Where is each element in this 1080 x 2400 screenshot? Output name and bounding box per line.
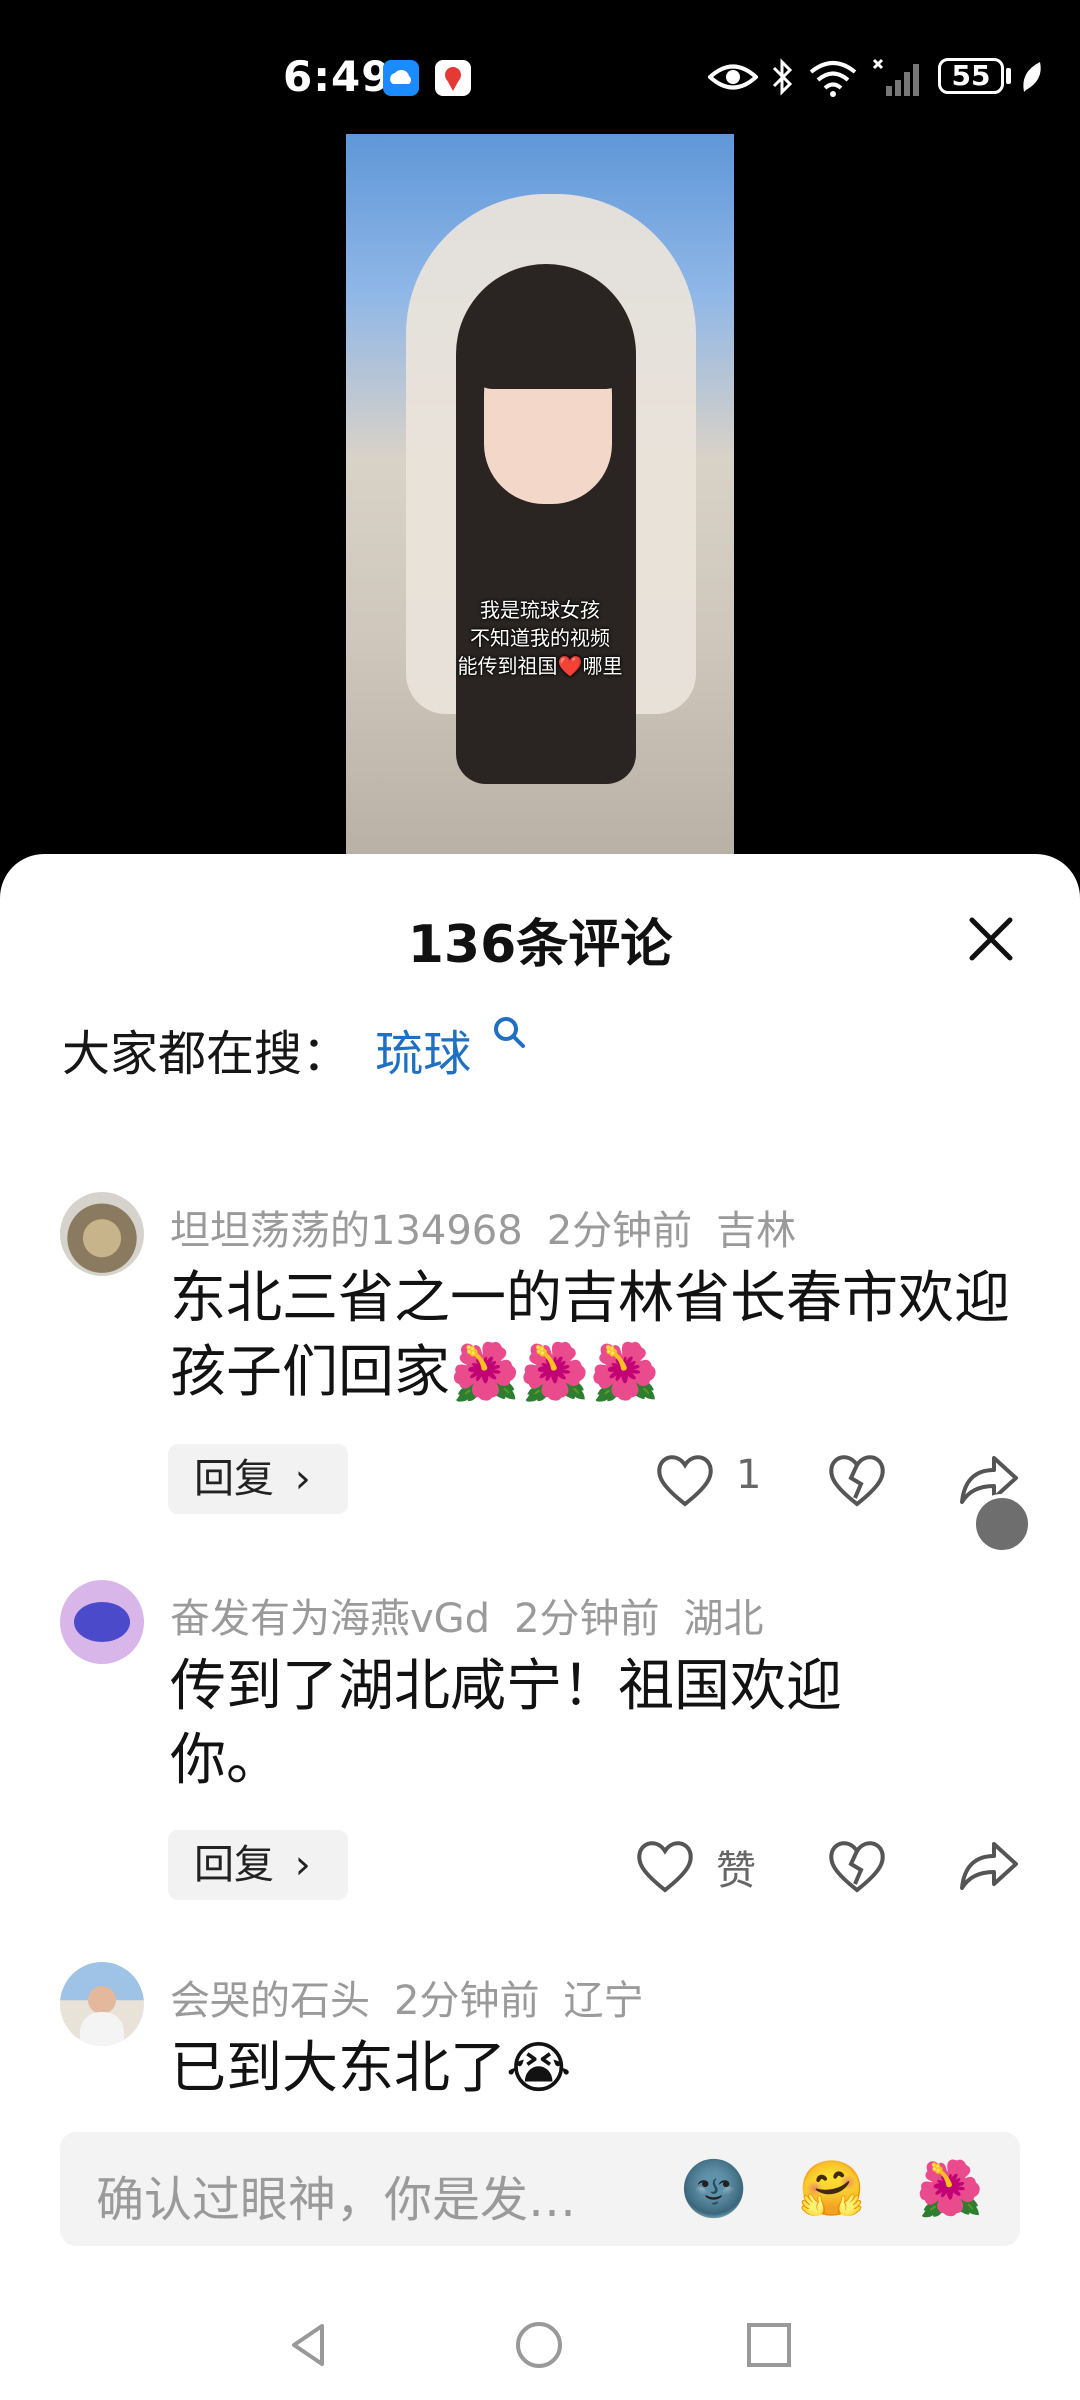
comment-meta: 坦坦荡荡的134968 2分钟前 吉林 bbox=[170, 1198, 820, 1256]
battery-tip bbox=[1006, 68, 1011, 84]
chevron-right-icon: › bbox=[294, 1842, 311, 1888]
comment-time: 2分钟前 bbox=[546, 1208, 693, 1254]
home-icon[interactable] bbox=[514, 2320, 564, 2370]
back-icon[interactable] bbox=[284, 2320, 334, 2370]
battery-level: 55 bbox=[951, 59, 991, 92]
comment-text[interactable]: 传到了湖北咸宁！祖国欢迎你。 bbox=[170, 1650, 950, 1798]
signal-icon bbox=[872, 58, 919, 96]
reply-label: 回复 bbox=[194, 1456, 274, 1502]
floating-ball[interactable] bbox=[972, 1494, 1032, 1554]
comment-username[interactable]: 会哭的石头 bbox=[170, 1978, 370, 2024]
chevron-right-icon: › bbox=[294, 1456, 311, 1502]
like-count: 赞 bbox=[716, 1848, 756, 1894]
reply-button[interactable]: 回复 › bbox=[168, 1444, 348, 1514]
search-icon[interactable] bbox=[491, 1014, 527, 1054]
reply-button[interactable]: 回复 › bbox=[168, 1830, 348, 1900]
bluetooth-icon bbox=[772, 58, 793, 96]
comments-title: 136条评论 bbox=[407, 915, 673, 975]
video-caption-line: 我是琉球女孩 bbox=[480, 598, 600, 622]
comment-username[interactable]: 奋发有为海燕vGd bbox=[170, 1596, 490, 1642]
comment-time: 2分钟前 bbox=[514, 1596, 660, 1642]
comment-location: 辽宁 bbox=[563, 1978, 644, 2024]
comment-input-placeholder: 确认过眼神，你是发… bbox=[96, 2172, 577, 2228]
reply-label: 回复 bbox=[194, 1842, 274, 1888]
like-heart-icon[interactable] bbox=[654, 1452, 716, 1508]
avatar[interactable] bbox=[60, 1580, 144, 1664]
cloud-app-icon bbox=[383, 60, 419, 96]
close-icon[interactable] bbox=[956, 904, 1026, 974]
comment-username[interactable]: 坦坦荡荡的134968 bbox=[170, 1208, 523, 1254]
comment-location: 吉林 bbox=[716, 1208, 797, 1254]
leaf-icon bbox=[1023, 62, 1041, 92]
comment-location: 湖北 bbox=[683, 1596, 764, 1642]
like-count: 1 bbox=[736, 1452, 762, 1498]
comment-text[interactable]: 东北三省之一的吉林省长春市欢迎孩子们回家🌺🌺🌺 bbox=[170, 1262, 1010, 1410]
video-caption: 我是琉球女孩 不知道我的视频 能传到祖国❤️哪里 bbox=[346, 596, 734, 680]
video-caption-line: 能传到祖国❤️哪里 bbox=[457, 654, 623, 678]
trending-search: 大家都在搜： 琉球 bbox=[62, 1014, 527, 1084]
comment-item: 会哭的石头 2分钟前 辽宁 已到大东北了😭 bbox=[0, 1952, 1080, 2112]
video-preview[interactable]: 我是琉球女孩 不知道我的视频 能传到祖国❤️哪里 bbox=[346, 134, 734, 854]
system-nav-bar bbox=[0, 2290, 1080, 2400]
quick-emoji-flower[interactable]: 🌺 bbox=[916, 2158, 983, 2220]
avatar-fish-graphic bbox=[74, 1602, 130, 1642]
comment-item: 奋发有为海燕vGd 2分钟前 湖北 传到了湖北咸宁！祖国欢迎你。 回复 › 赞 bbox=[0, 1570, 1080, 1930]
dislike-broken-heart-icon[interactable] bbox=[826, 1838, 888, 1894]
comment-text[interactable]: 已到大东北了😭 bbox=[170, 2032, 1010, 2106]
status-bar: 6:49 55 bbox=[0, 0, 1080, 140]
comment-meta: 奋发有为海燕vGd 2分钟前 湖北 bbox=[170, 1586, 788, 1644]
status-time: 6:49 bbox=[283, 52, 392, 101]
dislike-broken-heart-icon[interactable] bbox=[826, 1452, 888, 1508]
recents-icon[interactable] bbox=[744, 2320, 794, 2370]
avatar[interactable] bbox=[60, 1962, 144, 2046]
wifi-icon bbox=[809, 61, 857, 97]
comment-input[interactable]: 确认过眼神，你是发… 🌚 🤗 🌺 bbox=[60, 2132, 1020, 2246]
trending-search-keyword[interactable]: 琉球 bbox=[375, 1026, 471, 1082]
map-app-icon bbox=[435, 60, 471, 96]
comment-item: 坦坦荡荡的134968 2分钟前 吉林 东北三省之一的吉林省长春市欢迎孩子们回家🌺🌺… bbox=[0, 1182, 1080, 1562]
comment-time: 2分钟前 bbox=[394, 1978, 540, 2024]
avatar-person-body bbox=[80, 2012, 124, 2046]
comment-meta: 会哭的石头 2分钟前 辽宁 bbox=[170, 1968, 667, 2026]
like-heart-icon[interactable] bbox=[634, 1838, 696, 1894]
avatar-person-graphic bbox=[88, 1986, 116, 2014]
quick-emoji-hug[interactable]: 🤗 bbox=[798, 2158, 865, 2220]
battery-icon: 55 bbox=[938, 58, 1004, 94]
video-caption-line: 不知道我的视频 bbox=[470, 626, 610, 650]
eye-icon bbox=[708, 64, 758, 90]
avatar[interactable] bbox=[60, 1192, 144, 1276]
quick-emoji-moon[interactable]: 🌚 bbox=[680, 2158, 747, 2220]
comments-sheet: 136条评论 大家都在搜： 琉球 坦坦荡荡的134968 2分钟前 吉林 东北三省之… bbox=[0, 854, 1080, 2400]
trending-search-label: 大家都在搜： bbox=[62, 1026, 351, 1082]
share-icon[interactable] bbox=[958, 1838, 1020, 1894]
